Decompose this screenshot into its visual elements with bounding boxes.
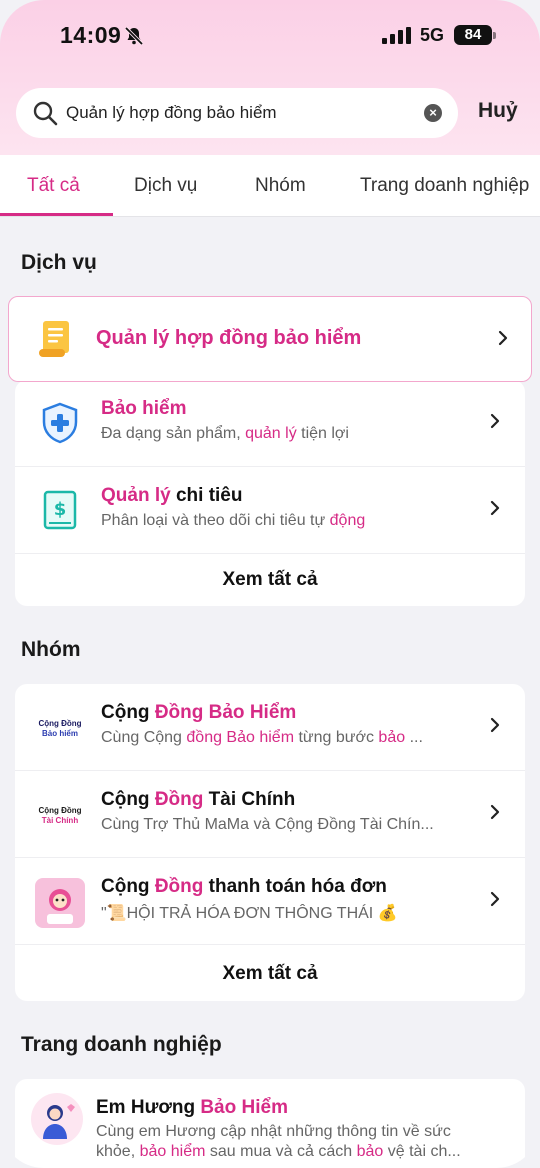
signal-icon	[382, 27, 411, 44]
service-item-insurance[interactable]: Bảo hiểm Đa dạng sản phẩm, quản lý tiện …	[15, 380, 525, 467]
group-title: Cộng Đồng Bảo Hiểm	[101, 702, 297, 723]
group-item[interactable]: Cộng Đồng Bảo hiểm Cộng Đồng Bảo Hiểm Cù…	[15, 684, 525, 771]
bell-muted-icon	[124, 26, 144, 46]
search-input[interactable]: Quản lý hợp đồng bảo hiểm ×	[16, 88, 458, 138]
chevron-right-icon	[490, 500, 500, 516]
business-avatar	[31, 1093, 83, 1145]
shield-plus-icon	[42, 402, 78, 444]
money-book-icon: $	[43, 490, 77, 530]
network-type: 5G	[420, 25, 445, 45]
group-logo: Cộng Đồng Tài Chính	[38, 806, 82, 825]
tab-all[interactable]: Tất cả	[27, 175, 80, 197]
group-avatar	[35, 878, 85, 928]
group-title: Cộng Đồng Tài Chính	[101, 789, 296, 810]
business-desc-line2: khỏe, bảo hiểm sau mua và cả cách bảo vệ…	[96, 1143, 461, 1160]
svg-text:$: $	[54, 499, 67, 520]
service-subtitle: Đa dạng sản phẩm, quản lý tiện lợi	[101, 425, 349, 442]
chevron-right-icon	[490, 413, 500, 429]
service-item-contract-management[interactable]: Quản lý hợp đồng bảo hiểm	[8, 296, 532, 382]
active-tab-indicator	[0, 213, 113, 216]
search-icon	[33, 101, 58, 126]
chevron-right-icon	[490, 804, 500, 820]
cancel-button[interactable]: Huỷ	[478, 99, 518, 123]
battery-icon: 84	[454, 25, 496, 45]
service-title: Quản lý chi tiêu	[101, 485, 243, 506]
business-desc-line1: Cùng em Hương cập nhật những thông tin v…	[96, 1123, 451, 1140]
groups-card: Cộng Đồng Bảo hiểm Cộng Đồng Bảo Hiểm Cù…	[15, 684, 525, 1001]
business-title: Em Hương Bảo Hiểm	[96, 1097, 288, 1118]
status-time: 14:09	[60, 22, 122, 48]
service-subtitle: Phân loại và theo dõi chi tiêu tự động	[101, 512, 366, 529]
group-subtitle: Cùng Cộng đồng Bảo hiểm từng bước bảo ..…	[101, 729, 423, 746]
chevron-right-icon	[490, 891, 500, 907]
group-logo: Cộng Đồng Bảo hiểm	[38, 719, 82, 738]
group-item[interactable]: Cộng Đồng thanh toán hóa đơn "📜HỘI TRẢ H…	[15, 858, 525, 945]
groups-see-all-button[interactable]: Xem tất cả	[15, 963, 525, 985]
tab-business[interactable]: Trang doanh nghiệp	[360, 175, 529, 197]
section-title-business: Trang doanh nghiệp	[21, 1033, 222, 1056]
services-see-all-button[interactable]: Xem tất cả	[15, 569, 525, 591]
tab-groups[interactable]: Nhóm	[255, 175, 306, 197]
clear-icon[interactable]: ×	[424, 104, 442, 122]
top-result-title: Quản lý hợp đồng bảo hiểm	[96, 327, 362, 349]
tab-services[interactable]: Dịch vụ	[134, 175, 197, 197]
services-card: Bảo hiểm Đa dạng sản phẩm, quản lý tiện …	[15, 380, 525, 606]
business-card: Em Hương Bảo Hiểm Cùng em Hương cập nhật…	[15, 1079, 525, 1168]
section-title-services: Dịch vụ	[21, 251, 97, 274]
section-title-groups: Nhóm	[21, 638, 81, 661]
status-bar: 14:09 5G 84	[0, 0, 540, 72]
service-title: Bảo hiểm	[101, 398, 187, 419]
tab-bar: Tất cả Dịch vụ Nhóm Trang doanh nghiệp	[0, 155, 540, 217]
search-query: Quản lý hợp đồng bảo hiểm	[66, 103, 277, 122]
chevron-right-icon	[498, 330, 508, 346]
group-subtitle: Cùng Trợ Thủ MaMa và Cộng Đồng Tài Chín.…	[101, 816, 434, 833]
group-subtitle: "📜HỘI TRẢ HÓA ĐƠN THÔNG THÁI 💰	[101, 905, 398, 922]
group-title: Cộng Đồng thanh toán hóa đơn	[101, 876, 387, 897]
service-item-expense[interactable]: $ Quản lý chi tiêu Phân loại và theo dõi…	[15, 467, 525, 554]
contract-scroll-icon	[39, 321, 69, 357]
group-item[interactable]: Cộng Đồng Tài Chính Cộng Đồng Tài Chính …	[15, 771, 525, 858]
chevron-right-icon	[490, 717, 500, 733]
business-item[interactable]: Em Hương Bảo Hiểm Cùng em Hương cập nhật…	[15, 1079, 525, 1168]
app-screen: 14:09 5G 84 Quản lý hợp đồng bảo hiểm × …	[0, 0, 540, 1168]
